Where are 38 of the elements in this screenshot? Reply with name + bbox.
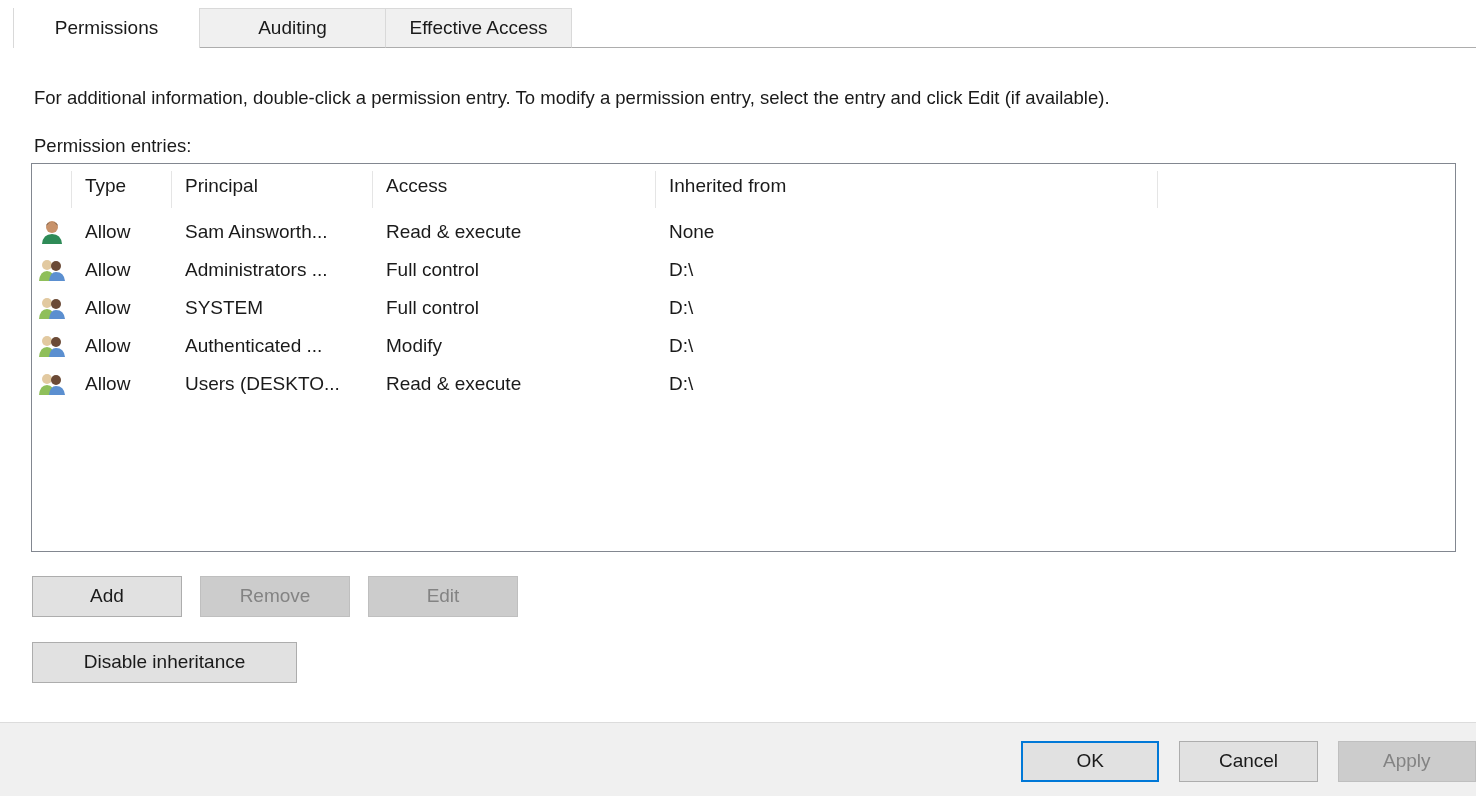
column-header[interactable]: Inherited from — [656, 171, 1158, 208]
table-cell-text: Full control — [385, 295, 480, 320]
button[interactable]: Add — [32, 576, 182, 617]
table-cell-text: Read & execute — [385, 219, 523, 244]
button[interactable]: Cancel — [1179, 741, 1318, 782]
column-header[interactable]: Access — [373, 171, 656, 208]
table-cell-text: Read & execute — [385, 371, 523, 396]
user-icon — [41, 220, 63, 244]
column-header[interactable]: Principal — [172, 171, 373, 208]
table-cell-text: Full control — [385, 257, 480, 282]
table-cell-text: Authenticated ... — [184, 333, 324, 358]
entries-label: Permission entries: — [34, 134, 193, 158]
table-cell-text: Modify — [385, 333, 443, 358]
info-text: For additional information, double-click a permission entry. To modify a permission entry, select the entry and click Edit (if available). — [34, 86, 1111, 110]
table-cell-text: D:\ — [668, 333, 695, 358]
table-cell-text: Sam Ainsworth... — [184, 219, 329, 244]
group-icon — [39, 259, 65, 281]
table-cell-text: Users (DESKTO... — [184, 371, 341, 396]
table-cell-text: Allow — [84, 295, 132, 320]
table-cell-text: SYSTEM — [184, 295, 265, 320]
permission-list[interactable] — [31, 163, 1456, 552]
table-cell-text: D:\ — [668, 257, 695, 282]
table-cell-text: D:\ — [668, 371, 695, 396]
button[interactable]: OK — [1021, 741, 1160, 782]
table-cell-text: Allow — [84, 219, 132, 244]
group-icon — [39, 297, 65, 319]
column-header[interactable]: Type — [72, 171, 172, 208]
button[interactable]: Disable inheritance — [32, 642, 297, 683]
table-cell-text: D:\ — [668, 295, 695, 320]
table-cell-text: Allow — [84, 333, 132, 358]
tab[interactable]: Effective Access — [386, 8, 572, 48]
table-cell-text: None — [668, 219, 716, 244]
tab[interactable]: Auditing — [200, 8, 386, 48]
group-icon — [39, 335, 65, 357]
group-icon — [39, 373, 65, 395]
table-cell-text: Administrators ... — [184, 257, 329, 282]
table-cell-text: Allow — [84, 257, 132, 282]
table-cell-text: Allow — [84, 371, 132, 396]
